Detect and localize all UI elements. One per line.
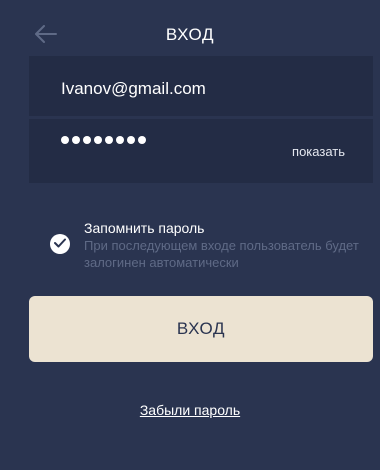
remember-title: Запомнить пароль — [84, 220, 205, 236]
login-button[interactable]: ВХОД — [29, 296, 373, 362]
header: ВХОД — [0, 0, 380, 56]
remember-password-option: Запомнить пароль При последующем входе п… — [0, 212, 380, 282]
checkmark-icon — [54, 235, 66, 253]
login-form: Ivanov@gmail.com показать — [29, 56, 373, 183]
email-input-value[interactable]: Ivanov@gmail.com — [61, 79, 206, 99]
login-screen: ВХОД Ivanov@gmail.com показать Запомнить… — [0, 0, 380, 470]
page-title: ВХОД — [165, 25, 215, 44]
remember-checkbox[interactable] — [50, 234, 70, 254]
password-input-value[interactable] — [61, 136, 146, 144]
remember-description: При последующем входе пользователь будет… — [84, 238, 359, 270]
forgot-password-link[interactable]: Забыли пароль — [0, 402, 380, 418]
show-password-button[interactable]: показать — [292, 144, 345, 159]
